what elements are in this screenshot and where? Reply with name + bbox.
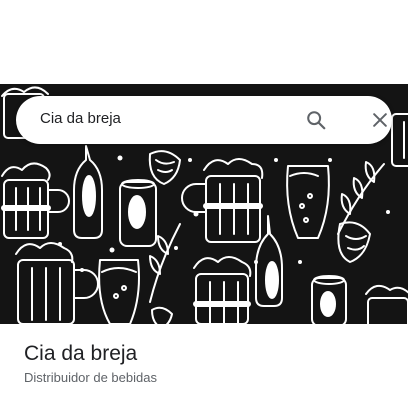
beer-can-icon	[119, 179, 157, 247]
beer-bottle-icon	[73, 145, 103, 239]
beer-glass-icon	[98, 259, 140, 324]
beer-mug-icon	[181, 158, 264, 243]
search-bar[interactable]: Cia da breja	[16, 96, 392, 144]
hop-icon	[337, 221, 371, 263]
beer-can-icon	[311, 275, 347, 324]
beer-mug-icon	[365, 284, 408, 324]
search-icon[interactable]	[302, 106, 330, 134]
decorative-dots	[58, 155, 390, 272]
beer-glass-icon	[286, 165, 330, 239]
hop-icon	[151, 306, 173, 324]
beer-mug-icon	[391, 113, 408, 167]
place-title: Cia da breja	[24, 342, 138, 365]
search-input[interactable]: Cia da breja	[40, 110, 121, 127]
beer-mug-icon	[15, 242, 99, 324]
hop-icon	[148, 150, 181, 185]
beer-mug-icon	[193, 256, 252, 324]
top-blank-area	[0, 0, 408, 84]
wheat-icon	[149, 223, 181, 303]
place-category: Distribuidor de bebidas	[24, 370, 157, 385]
close-icon[interactable]	[366, 106, 394, 134]
beer-mug-icon	[1, 162, 70, 239]
